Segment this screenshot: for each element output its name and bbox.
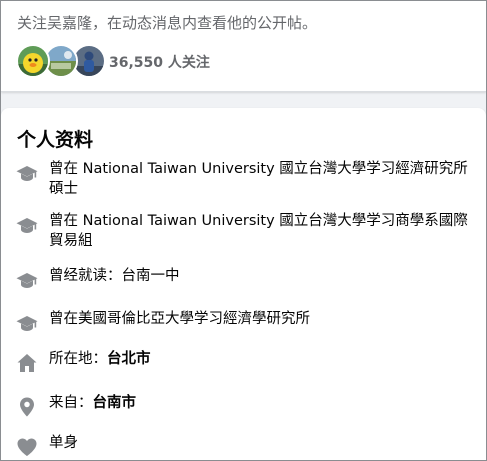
page-frame: 关注吴嘉隆，在动态消息内查看他的公开帖。 36,550 人关注 个人资料 曾在 … <box>0 0 487 461</box>
profile-item-text: 所在地：台北市 <box>49 349 475 369</box>
profile-item-prefix: 所在地： <box>49 351 107 367</box>
follower-avatars[interactable] <box>16 44 112 78</box>
home-icon <box>15 351 39 375</box>
profile-item-text: 曾在 National Taiwan University 國立台灣大學学习經濟… <box>49 161 468 197</box>
profile-item-text: 曾在 National Taiwan University 國立台灣大學学习商學… <box>49 213 468 249</box>
graduation-cap-icon <box>15 268 39 292</box>
location-pin-icon <box>15 395 39 419</box>
graduation-cap-icon <box>15 161 39 185</box>
graduation-cap-icon <box>15 213 39 237</box>
profile-item-prefix: 曾经就读： <box>49 268 122 284</box>
profile-item-value[interactable]: 台南市 <box>93 395 137 411</box>
graduation-cap-icon <box>15 311 39 335</box>
profile-card: 个人资料 曾在 National Taiwan University 國立台灣大… <box>1 108 486 460</box>
follow-message: 关注吴嘉隆，在动态消息内查看他的公开帖。 <box>17 14 318 32</box>
profile-item-value[interactable]: 台北市 <box>107 351 151 367</box>
followers-count[interactable]: 36,550 人关注 <box>109 52 210 72</box>
profile-item-text: 曾在美國哥倫比亞大學学习經濟學研究所 <box>49 311 310 327</box>
heart-icon <box>15 435 39 459</box>
profile-item-text: 来自：台南市 <box>49 393 475 413</box>
profile-item-text: 曾经就读：台南一中 <box>49 266 475 286</box>
profile-item-prefix: 来自： <box>49 395 93 411</box>
avatar[interactable] <box>16 44 50 78</box>
profile-item-value[interactable]: 台南一中 <box>122 268 180 284</box>
follow-card: 关注吴嘉隆，在动态消息内查看他的公开帖。 36,550 人关注 <box>1 1 486 92</box>
profile-title: 个人资料 <box>17 129 94 151</box>
profile-item-text: 单身 <box>49 435 78 451</box>
